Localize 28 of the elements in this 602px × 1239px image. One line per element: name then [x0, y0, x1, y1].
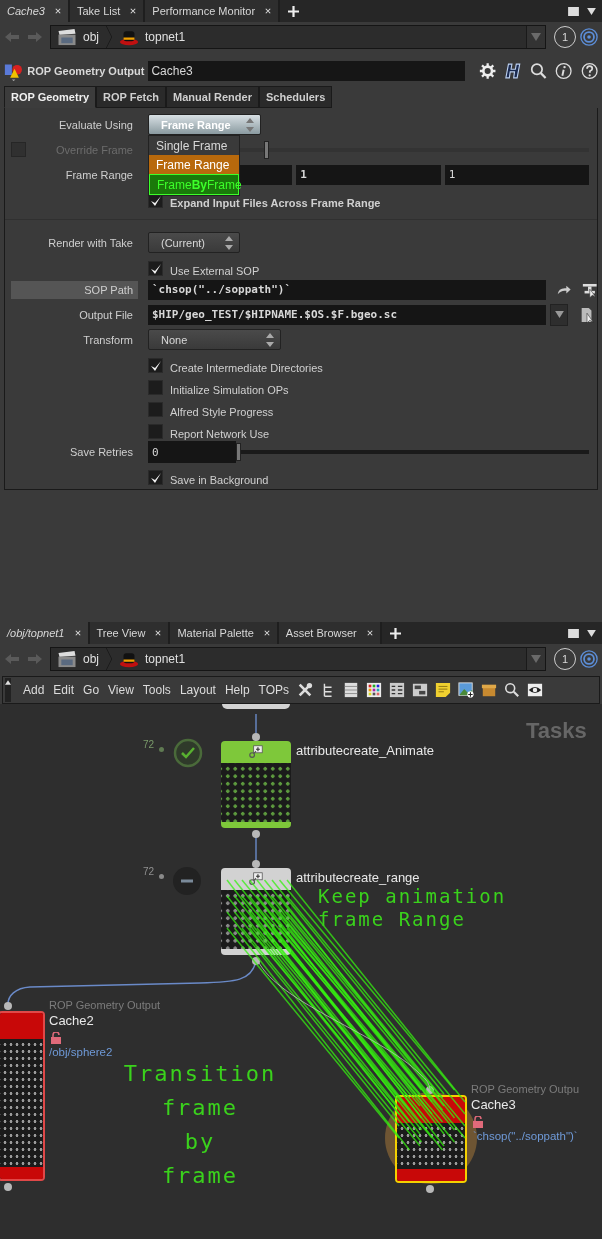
node-type-label: ROP Geometry Output [27, 65, 145, 77]
parameter-label: Transform [83, 332, 134, 348]
handwritten-note: Transition frame by frame [122, 1060, 278, 1190]
work-item-count: 72 [143, 866, 155, 877]
checkbox-label: Report Network Use [170, 428, 270, 440]
node-name: attributecreate_range [296, 870, 420, 885]
node-path-label: `chsop("../soppath")` [473, 1130, 578, 1142]
node-name: Cache3 [471, 1097, 516, 1112]
node-type-label: ROP Geometry Outpu [471, 1083, 579, 1095]
checkbox-label: Alfred Style Progress [170, 406, 274, 418]
handwritten-note: Keep animation frame Range [318, 885, 508, 931]
parameter-label: Save Retries [70, 445, 134, 460]
checkbox-label: Use External SOP [170, 265, 260, 277]
checkbox-label: Initialize Simulation OPs [170, 384, 289, 396]
node-name: attributecreate_Animate [296, 743, 435, 758]
parameter-label: Frame Range [65, 167, 134, 183]
node-type-label: ROP Geometry Output [49, 999, 161, 1011]
checkbox-label: Save in Background [170, 474, 269, 486]
checkbox-label: Expand Input Files Across Frame Range [170, 197, 381, 209]
parameter-label: Output File [79, 307, 134, 323]
node-path-label: /obj/sphere2 [49, 1046, 113, 1058]
node-name: Cache2 [49, 1013, 94, 1028]
parameter-label: Render with Take [48, 235, 134, 251]
checkbox-label: Create Intermediate Directories [170, 362, 323, 374]
work-item-count: 72 [143, 739, 155, 750]
parameter-label: Evaluate Using [59, 117, 134, 133]
context-label: Tasks [526, 718, 587, 744]
parameter-label: SOP Path [11, 280, 138, 299]
